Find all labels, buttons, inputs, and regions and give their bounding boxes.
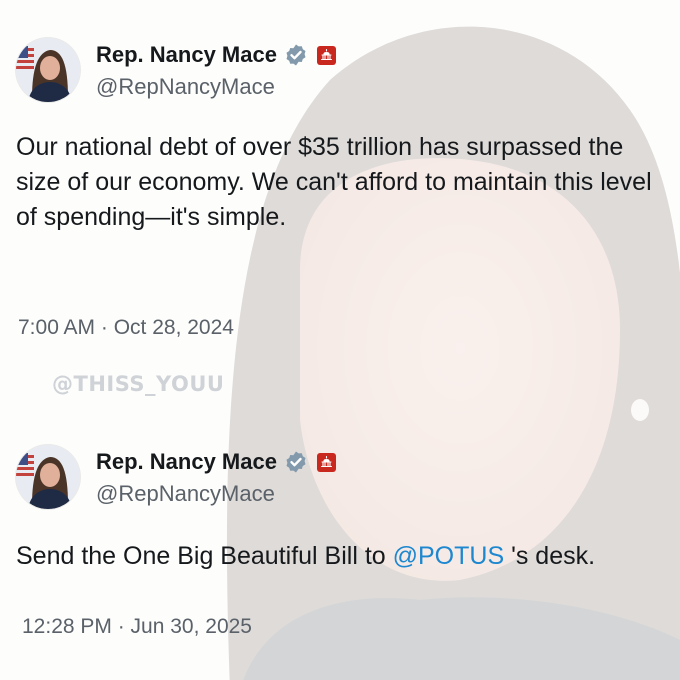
avatar[interactable] <box>16 38 80 102</box>
mention-link[interactable]: @POTUS <box>393 542 505 570</box>
tweet-header: Rep. Nancy Mace @RepNancyMace <box>16 34 676 102</box>
tweet-text-before: Send the One Big Beautiful Bill to <box>16 542 393 570</box>
watermark-text: @THISS_YOUU <box>52 372 225 396</box>
tweet-text: Our national debt of over $35 trillion h… <box>16 133 652 231</box>
author-name-row[interactable]: Rep. Nancy Mace <box>96 42 336 68</box>
tweet-timestamp[interactable]: 7:00 AM · Oct 28, 2024 <box>18 316 234 340</box>
author-name-row[interactable]: Rep. Nancy Mace <box>96 449 336 475</box>
avatar[interactable] <box>16 445 80 509</box>
verified-badge-icon <box>284 43 308 67</box>
tweet-text: Send the One Big Beautiful Bill to @POTU… <box>16 539 656 574</box>
author-name[interactable]: Rep. Nancy Mace <box>96 449 277 475</box>
author-handle[interactable]: @RepNancyMace <box>96 481 275 507</box>
capitol-badge-icon <box>316 452 336 472</box>
background-wash <box>0 0 680 680</box>
tweet-text-after: 's desk. <box>504 542 596 570</box>
capitol-badge-icon <box>316 45 336 65</box>
tweet-header: Rep. Nancy Mace @RepNancyMace <box>16 441 676 509</box>
verified-badge-icon <box>284 450 308 474</box>
tweet-timestamp[interactable]: 12:28 PM · Jun 30, 2025 <box>22 615 252 639</box>
author-name[interactable]: Rep. Nancy Mace <box>96 42 277 68</box>
author-handle[interactable]: @RepNancyMace <box>96 74 275 100</box>
